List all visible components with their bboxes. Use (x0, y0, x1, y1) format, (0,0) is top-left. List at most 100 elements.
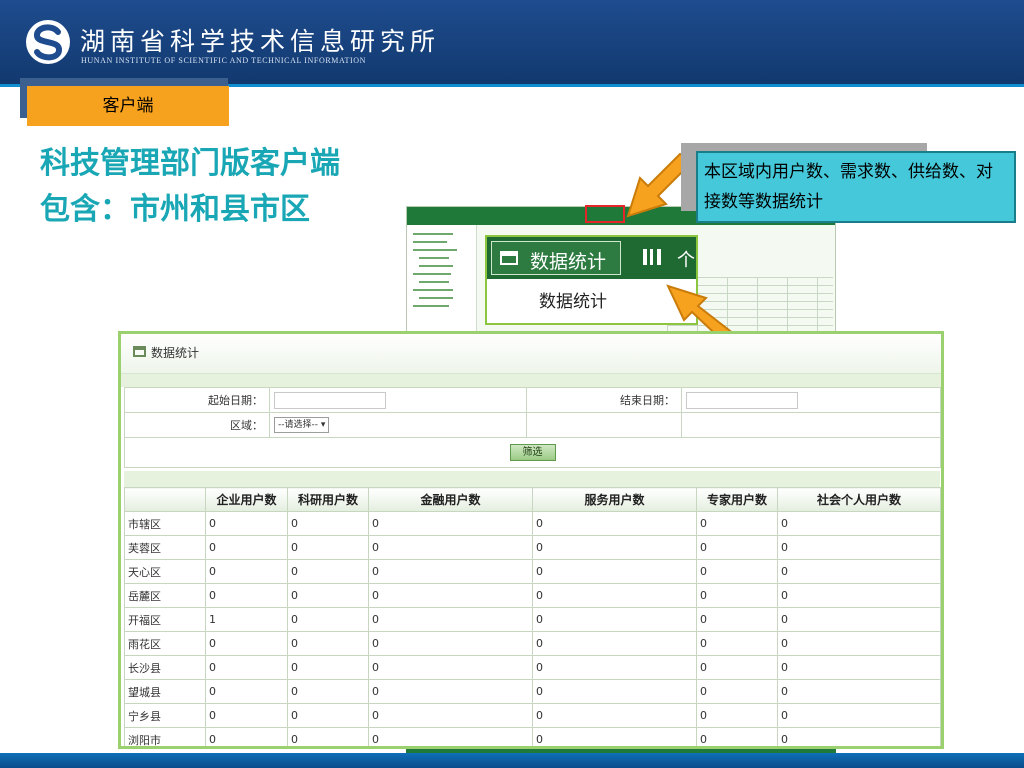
thumbnail-line (413, 273, 451, 275)
table-cell: 0 (287, 583, 369, 608)
table-cell: 0 (368, 727, 533, 746)
region-name: 天心区 (124, 559, 206, 584)
slide: 湖南省科学技术信息研究所 HUNAN INSTITUTE OF SCIENTIF… (0, 0, 1024, 768)
footer-bar (0, 753, 1024, 768)
thumbnail-line (413, 305, 449, 307)
table-row: 市辖区 0 0 0 0 0 0 (124, 511, 941, 536)
panel-band (121, 374, 941, 387)
end-date-input[interactable] (686, 391, 798, 409)
table-cell: 0 (287, 655, 369, 680)
table-cell: 0 (368, 631, 533, 656)
column-header: 科研用户数 (287, 487, 369, 512)
home-icon (133, 346, 146, 357)
table-cell: 0 (368, 559, 533, 584)
slide-title-line: 科技管理部门版客户端 (40, 146, 340, 181)
start-date-input[interactable] (274, 391, 386, 409)
region-select[interactable]: --请选择-- ▾ (274, 417, 330, 433)
table-row: 天心区 0 0 0 0 0 0 (124, 559, 941, 584)
table-cell: 0 (696, 655, 778, 680)
table-cell: 0 (532, 655, 697, 680)
inbox-icon (500, 251, 518, 265)
column-header: 专家用户数 (696, 487, 778, 512)
thumbnail-line (419, 257, 449, 259)
panel-title: 数据统计 (151, 346, 200, 360)
table-cell: 0 (696, 703, 778, 728)
start-date-cell (269, 387, 527, 413)
table-cell: 0 (696, 631, 778, 656)
table-cell: 0 (777, 535, 941, 560)
table-cell: 0 (777, 703, 941, 728)
table-header-row: 企业用户数 科研用户数 金融用户数 服务用户数 专家用户数 社会个人用户数 (124, 487, 941, 512)
table-cell: 0 (287, 511, 369, 536)
region-select-value: --请选择-- (278, 420, 318, 430)
region-name: 浏阳市 (124, 727, 206, 746)
table-cell: 0 (696, 559, 778, 584)
chevron-down-icon: ▾ (320, 420, 326, 430)
section-tag: 客户端 (27, 86, 229, 126)
table-cell: 0 (777, 655, 941, 680)
region-name: 市辖区 (124, 511, 206, 536)
thumbnail-line (419, 265, 453, 267)
zoomed-nav-bar: 数据统计 个 (487, 237, 696, 279)
empty-cell (526, 412, 682, 438)
end-date-label: 结束日期： (526, 387, 682, 413)
org-name-cn: 湖南省科学技术信息研究所 (80, 27, 441, 56)
table-cell: 0 (696, 727, 778, 746)
slide-title-line: 包含：市州和县市区 (40, 192, 310, 227)
start-date-label: 起始日期： (124, 387, 270, 413)
data-stats-tab-label: 数据统计 (530, 251, 607, 273)
data-stats-menu-item[interactable]: 数据统计 (539, 287, 607, 312)
data-stats-tab[interactable]: 数据统计 (491, 241, 621, 275)
table-cell: 0 (532, 631, 697, 656)
table-cell: 0 (777, 583, 941, 608)
table-cell: 0 (532, 679, 697, 704)
stats-table: 企业用户数 科研用户数 金融用户数 服务用户数 专家用户数 社会个人用户数 市辖… (124, 487, 941, 746)
table-cell: 0 (696, 511, 778, 536)
region-name: 雨花区 (124, 631, 206, 656)
table-cell: 0 (287, 703, 369, 728)
thumbnail-line (419, 281, 449, 283)
filter-form: 起始日期： 结束日期： 区域： --请选择-- ▾ 筛选 (124, 387, 941, 468)
table-cell: 0 (205, 679, 288, 704)
table-cell: 0 (777, 679, 941, 704)
table-cell: 0 (287, 559, 369, 584)
table-cell: 0 (205, 535, 288, 560)
annotation-box: 本区域内用户数、需求数、供给数、对接数等数据统计 (696, 151, 1016, 223)
table-cell: 0 (532, 559, 697, 584)
table-cell: 0 (368, 607, 533, 632)
table-cell: 0 (287, 679, 369, 704)
region-name: 岳麓区 (124, 583, 206, 608)
thumbnail-line (413, 289, 453, 291)
table-row: 望城县 0 0 0 0 0 0 (124, 679, 941, 704)
thumbnail-line (413, 233, 453, 235)
filter-button[interactable]: 筛选 (509, 444, 556, 461)
thumbnail-sidebar (407, 225, 477, 333)
region-name: 宁乡县 (124, 703, 206, 728)
panel-header: 数据统计 (121, 334, 941, 374)
table-cell: 0 (205, 559, 288, 584)
region-name: 开福区 (124, 607, 206, 632)
table-cell: 0 (368, 679, 533, 704)
thumbnail-line (413, 241, 447, 243)
column-header (124, 487, 206, 512)
table-cell: 0 (532, 583, 697, 608)
region-label: 区域： (124, 412, 270, 438)
table-cell: 0 (205, 655, 288, 680)
filter-button-row: 筛选 (124, 437, 941, 468)
empty-cell (681, 412, 941, 438)
region-cell: --请选择-- ▾ (269, 412, 527, 438)
column-header: 社会个人用户数 (777, 487, 941, 512)
thumbnail-line (413, 249, 457, 251)
table-cell: 0 (287, 607, 369, 632)
table-cell: 0 (205, 631, 288, 656)
table-cell: 0 (696, 583, 778, 608)
table-cell: 0 (777, 511, 941, 536)
table-row: 岳麓区 0 0 0 0 0 0 (124, 583, 941, 608)
table-cell: 0 (777, 631, 941, 656)
table-row: 雨花区 0 0 0 0 0 0 (124, 631, 941, 656)
table-cell: 0 (368, 703, 533, 728)
table-row: 宁乡县 0 0 0 0 0 0 (124, 703, 941, 728)
data-stats-panel: 数据统计 起始日期： 结束日期： 区域： --请选择-- ▾ 筛选 企业用户数 … (118, 331, 944, 749)
table-cell: 0 (696, 679, 778, 704)
table-cell: 0 (696, 535, 778, 560)
